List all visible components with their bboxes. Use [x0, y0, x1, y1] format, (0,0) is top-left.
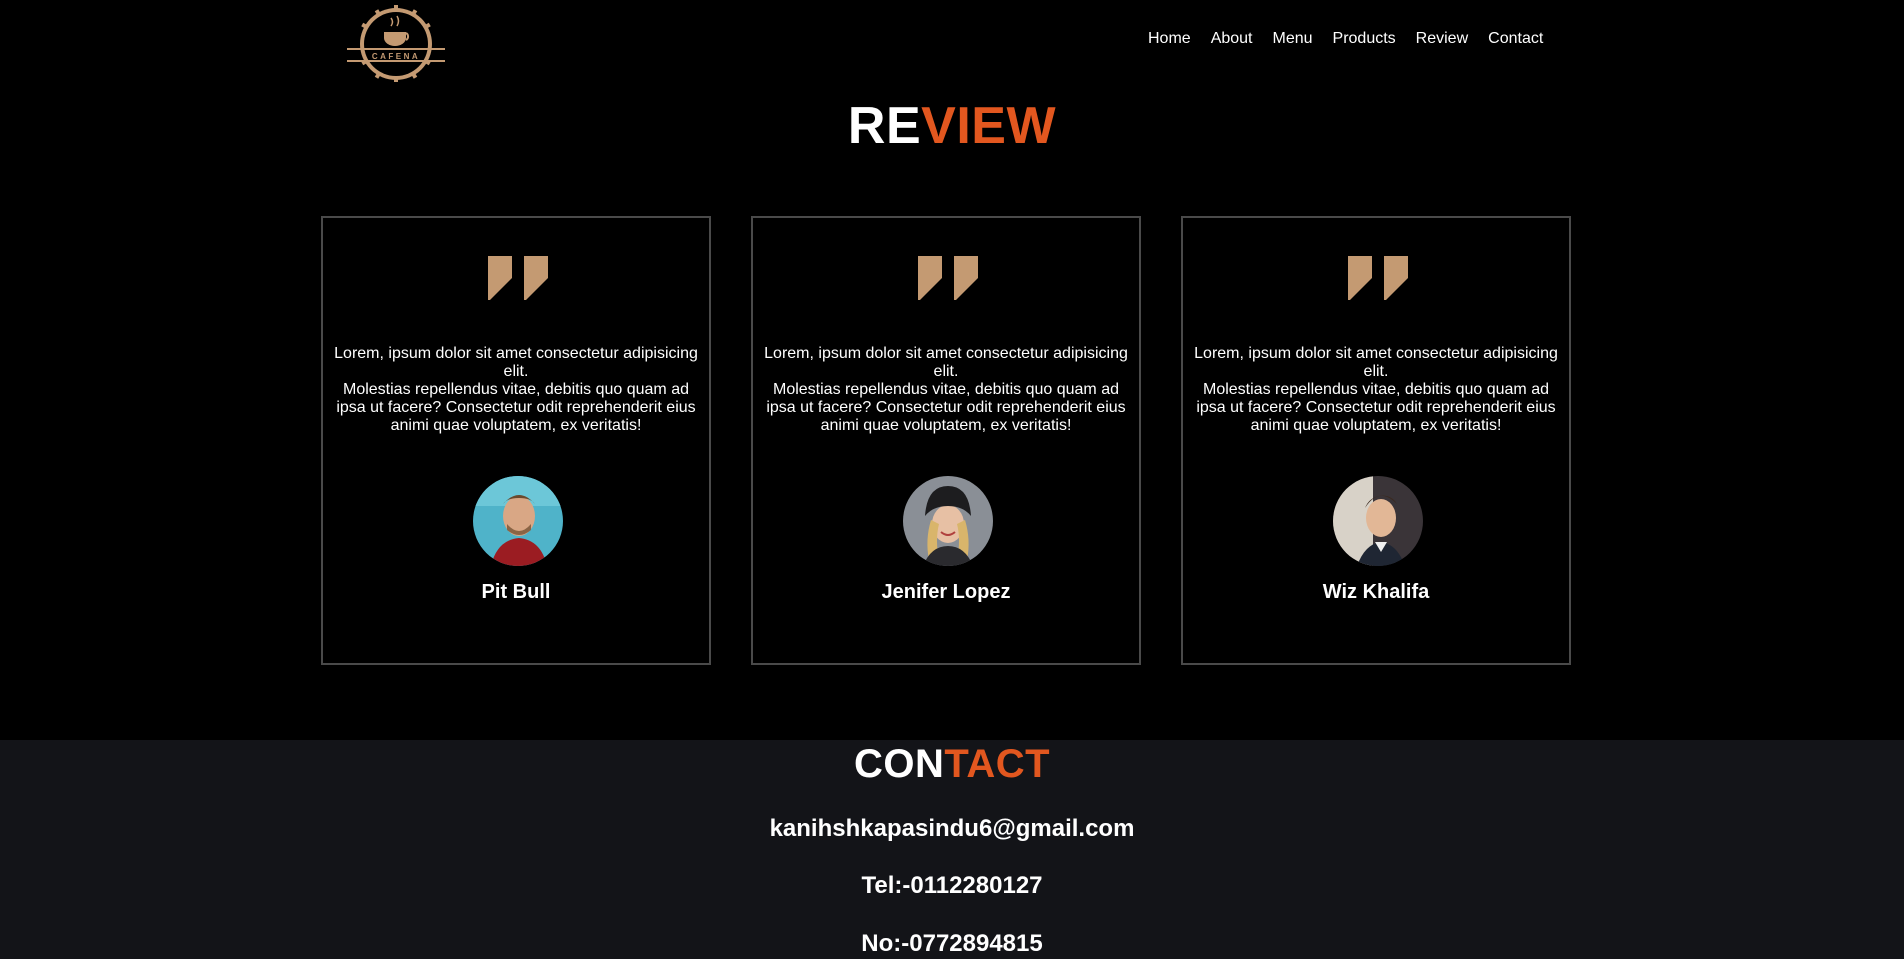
nav-home[interactable]: Home [1138, 29, 1201, 49]
review-cards: Lorem, ipsum dolor sit amet consectetur … [321, 216, 1571, 665]
review-text: Lorem, ipsum dolor sit amet consectetur … [334, 345, 698, 434]
nav-review[interactable]: Review [1406, 29, 1478, 49]
avatar [473, 476, 563, 566]
nav-about[interactable]: About [1201, 29, 1263, 49]
cafena-logo[interactable]: CAFENA [347, 2, 445, 82]
review-title-accent: VIEW [921, 97, 1057, 155]
avatar [1333, 476, 1423, 566]
review-card: Lorem, ipsum dolor sit amet consectetur … [321, 216, 711, 665]
contact-email: kanihshkapasindu6@gmail.com [769, 815, 1135, 842]
contact-title-white: CON [853, 742, 945, 786]
avatar [903, 476, 993, 566]
review-title-white: RE [847, 97, 922, 155]
nav-contact[interactable]: Contact [1478, 29, 1553, 49]
contact-no: No:-0772894815 [861, 930, 1043, 957]
contact-tel: Tel:-0112280127 [861, 872, 1043, 899]
navbar: CAFENA Home About Menu Products Review C… [0, 0, 1904, 90]
reviewer-name: Wiz Khalifa [1322, 581, 1430, 603]
nav-menu-link[interactable]: Menu [1263, 29, 1323, 49]
nav-menu: Home About Menu Products Review Contact [1138, 29, 1553, 49]
review-title: REVIEW [0, 96, 1904, 156]
contact-section: CONTACT kanihshkapasindu6@gmail.com Tel:… [0, 740, 1904, 959]
contact-title-accent: TACT [944, 742, 1051, 786]
reviewer-name: Pit Bull [481, 581, 551, 603]
quote-icon [488, 256, 548, 300]
quote-icon [1348, 256, 1408, 300]
review-card: Lorem, ipsum dolor sit amet consectetur … [1181, 216, 1571, 665]
contact-title: CONTACT [0, 740, 1904, 788]
nav-products[interactable]: Products [1323, 29, 1406, 49]
review-text: Lorem, ipsum dolor sit amet consectetur … [764, 345, 1128, 434]
logo-text: CAFENA [372, 52, 420, 61]
quote-icon [918, 256, 978, 300]
review-text: Lorem, ipsum dolor sit amet consectetur … [1194, 345, 1558, 434]
review-card: Lorem, ipsum dolor sit amet consectetur … [751, 216, 1141, 665]
reviewer-name: Jenifer Lopez [881, 581, 1011, 603]
